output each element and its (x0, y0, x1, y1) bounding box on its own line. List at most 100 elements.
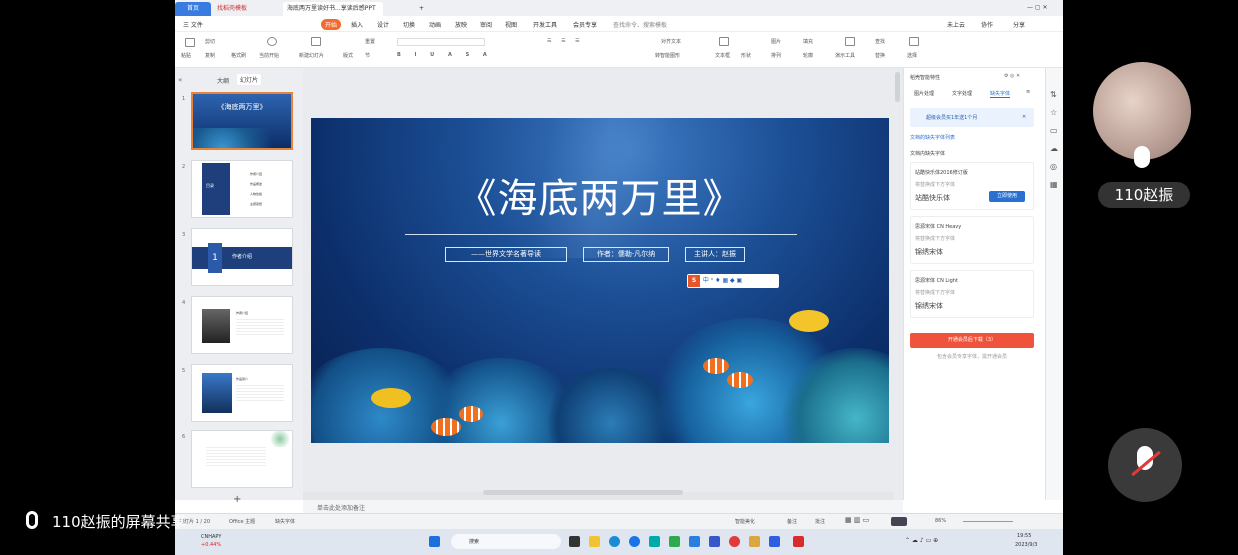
missing-font-status[interactable]: 缺失字体 (275, 518, 295, 525)
wechat-icon[interactable] (669, 536, 680, 547)
comment-toggle[interactable]: 批注 (815, 518, 825, 525)
menu-view[interactable]: 视图 (505, 20, 517, 29)
format-painter-button[interactable]: 格式刷 (231, 52, 246, 59)
tab-outline[interactable]: 大纲 (217, 76, 229, 85)
tab-add-button[interactable]: + (415, 2, 428, 16)
tab-home[interactable]: 首页 (175, 2, 211, 16)
speaker-box[interactable]: 主讲人：赵振 (685, 247, 745, 262)
font-select[interactable] (397, 38, 485, 46)
textbox-icon[interactable] (719, 37, 729, 46)
slide-thumb-1[interactable]: 《海底两万里》 (191, 92, 293, 150)
app-icon[interactable] (689, 536, 700, 547)
app-icon[interactable] (749, 536, 760, 547)
close-promo-icon[interactable]: ✕ (1022, 114, 1026, 120)
sidebar-tool-icons[interactable]: ⇅ ☆ ▭ ☁ ◎ ▦ (1050, 86, 1058, 194)
play-from-current-icon[interactable] (267, 37, 277, 46)
slide-thumb-3[interactable]: 1 作者介绍 (191, 228, 293, 286)
tab-template[interactable]: 找稻壳模板 (213, 2, 279, 16)
author-box[interactable]: 作者：儒勒·凡尔纳 (583, 247, 669, 262)
app-icon[interactable] (649, 536, 660, 547)
collapse-panel-icon[interactable]: « (178, 76, 182, 84)
wps-icon[interactable] (793, 536, 804, 547)
shape-button[interactable]: 形状 (741, 52, 751, 59)
horizontal-scrollbar[interactable] (483, 490, 683, 495)
missing-font-list-link[interactable]: 文档的缺失字体列表 (910, 134, 955, 141)
font-card[interactable]: 思源宋体 CN Heavy 将替换成下方字体 锦绣宋体 (910, 216, 1034, 264)
new-slide-button[interactable]: 新建幻灯片 (299, 52, 324, 59)
promo-banner[interactable]: 超级会员买1年送1个月 (910, 108, 1034, 127)
present-tools-button[interactable]: 演示工具 (835, 52, 855, 59)
font-card[interactable]: 思源宋体 CN Light 将替换成下方字体 锦绣宋体 (910, 270, 1034, 318)
menu-dev[interactable]: 开发工具 (533, 20, 557, 29)
menu-review[interactable]: 审阅 (480, 20, 492, 29)
slide-thumb-2[interactable]: 目录 作者介绍 作品概述 人物性格 主题思想 (191, 160, 293, 218)
zoom-level[interactable]: 86% (935, 518, 946, 524)
start-menu-icon[interactable] (429, 536, 440, 547)
copy-button[interactable]: 复制 (205, 52, 215, 59)
menu-file[interactable]: 三 文件 (183, 20, 203, 29)
slideshow-play-button[interactable] (891, 517, 907, 526)
tab-document[interactable]: 海底两万里读好书...享读后感PPT (283, 2, 383, 16)
tab-text-process[interactable]: 文字处理 (952, 90, 972, 97)
menu-slideshow[interactable]: 放映 (455, 20, 467, 29)
use-now-button[interactable]: 立即使用 (989, 191, 1025, 202)
file-explorer-icon[interactable] (589, 536, 600, 547)
paragraph-buttons[interactable]: ☰ ☰ ☰ (547, 38, 584, 44)
panel-menu-icon[interactable]: ≡ (1026, 89, 1030, 95)
vertical-scrollbar[interactable] (895, 72, 900, 102)
font-card[interactable]: 站酷快乐体2016修订版 将替换成下方字体 站酷快乐体 立即使用 (910, 162, 1034, 210)
layout-button[interactable]: 版式 (343, 52, 353, 59)
paste-icon[interactable] (185, 38, 195, 47)
app-icon[interactable] (709, 536, 720, 547)
menu-transition[interactable]: 切换 (403, 20, 415, 29)
download-fonts-button[interactable]: 开通会员后下载（3） (910, 333, 1034, 348)
notes-toggle[interactable]: 备注 (787, 518, 797, 525)
chrome-icon[interactable] (629, 536, 640, 547)
section-button[interactable]: 节 (365, 52, 370, 59)
menu-animation[interactable]: 动画 (429, 20, 441, 29)
fill-button[interactable]: 填充 (803, 38, 813, 45)
slide-thumb-4[interactable]: 作者介绍 (191, 296, 293, 354)
app-icon[interactable] (729, 536, 740, 547)
slide-title[interactable]: 《海底两万里》 (311, 166, 889, 224)
task-view-icon[interactable] (569, 536, 580, 547)
outline-button[interactable]: 轮廓 (803, 52, 813, 59)
ime-mode[interactable]: 中 (703, 277, 709, 284)
textbox-button[interactable]: 文本框 (715, 52, 730, 59)
cloud-status[interactable]: 未上云 (947, 20, 965, 29)
menu-start[interactable]: 开始 (321, 19, 342, 30)
ime-tools-icons[interactable]: ⁿ ♦ ▦ ◆ ▣ (711, 277, 742, 284)
smart-beautify-button[interactable]: 智能美化 (735, 518, 755, 525)
menu-insert[interactable]: 插入 (351, 20, 363, 29)
collab-button[interactable]: 协作 (981, 20, 993, 29)
from-current-button[interactable]: 当前开始 (259, 52, 279, 59)
smartart-button[interactable]: 转智能图形 (655, 52, 680, 59)
ime-toolbar[interactable]: S 中 ⁿ ♦ ▦ ◆ ▣ (687, 274, 779, 288)
arrange-button[interactable]: 排列 (771, 52, 781, 59)
slide-thumb-5[interactable]: 作品简介 (191, 364, 293, 422)
clock-time[interactable]: 19:55 (1017, 533, 1031, 539)
select-icon[interactable] (909, 37, 919, 46)
add-slide-button[interactable]: + (233, 494, 241, 505)
menu-search[interactable]: 查找命令、搜索模板 (613, 20, 667, 29)
tab-picture-process[interactable]: 图片处理 (914, 90, 934, 97)
view-mode-icons[interactable]: ▦ ▥ ▭ (845, 516, 869, 524)
sogou-ime-icon[interactable]: S (688, 275, 700, 287)
taskbar-search[interactable]: 搜索 (451, 534, 561, 549)
tab-slides[interactable]: 幻灯片 (237, 74, 262, 85)
system-tray-icons[interactable]: ⌃ ☁ ♪ ▭ ⊕ (905, 537, 938, 544)
replace-button[interactable]: 替换 (875, 52, 885, 59)
cut-button[interactable]: 剪切 (205, 38, 215, 45)
present-tools-icon[interactable] (845, 37, 855, 46)
share-button[interactable]: 分享 (1013, 20, 1025, 29)
edge-icon[interactable] (609, 536, 620, 547)
current-slide[interactable]: 《海底两万里》 ——世界文学名著导读 作者：儒勒·凡尔纳 主讲人：赵振 S 中 … (311, 118, 889, 443)
font-style-buttons[interactable]: B I U A S A (397, 52, 493, 58)
clock-date[interactable]: 2023/9/3 (1015, 542, 1037, 548)
app-icon[interactable] (769, 536, 780, 547)
new-slide-icon[interactable] (311, 37, 321, 46)
subtitle-box[interactable]: ——世界文学名著导读 (445, 247, 567, 262)
reset-button[interactable]: 重置 (365, 38, 375, 45)
tab-missing-fonts[interactable]: 缺失字体 (990, 90, 1011, 98)
picture-button[interactable]: 图片 (771, 38, 781, 45)
